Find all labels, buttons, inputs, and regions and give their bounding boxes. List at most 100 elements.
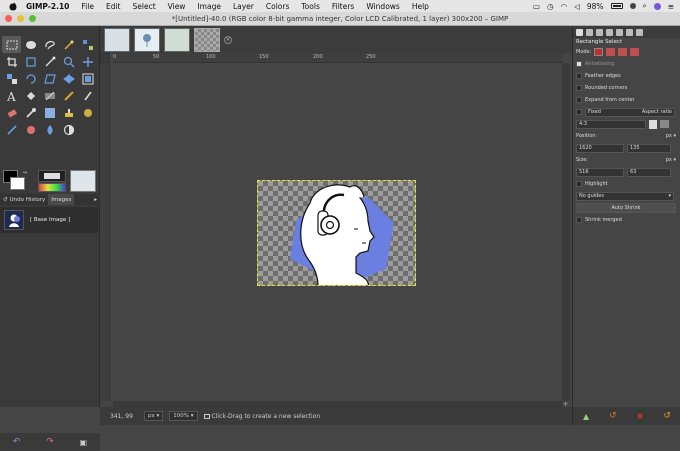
tab-undo-history[interactable]: ↺ Undo History [0, 194, 48, 205]
text-tool[interactable]: A [2, 87, 21, 104]
cage-transform-tool[interactable] [78, 70, 97, 87]
menu-layer[interactable]: Layer [233, 2, 254, 11]
menu-select[interactable]: Select [133, 2, 156, 11]
vertical-ruler[interactable] [100, 63, 110, 401]
warp-transform-tool[interactable] [40, 53, 59, 70]
tab-patterns[interactable] [616, 28, 623, 36]
image-tab-thumbnail[interactable] [104, 27, 130, 52]
move-tool[interactable] [78, 53, 97, 70]
flip-tool[interactable] [59, 70, 78, 87]
zoom-select[interactable]: 100% ▾ [169, 411, 198, 421]
user-icon[interactable] [629, 3, 636, 9]
unified-transform-tool[interactable] [21, 53, 40, 70]
eraser-tool[interactable] [2, 104, 21, 121]
gradient-tool[interactable] [40, 87, 59, 104]
image-canvas[interactable] [257, 180, 416, 286]
position-x-field[interactable]: 1620 [576, 143, 624, 153]
shrink-merged-checkbox[interactable] [576, 217, 582, 223]
volume-icon[interactable]: ◁ [574, 2, 580, 11]
background-color[interactable] [10, 177, 25, 190]
size-width-field[interactable]: 516 [576, 167, 624, 177]
levels-tool[interactable] [59, 121, 78, 138]
highlight-row[interactable]: Highlight [573, 178, 680, 190]
expand-row[interactable]: Expand from center [573, 94, 680, 106]
mode-replace-button[interactable] [594, 48, 604, 56]
guides-select[interactable]: No guides ▾ [576, 191, 674, 201]
position-y-field[interactable]: 135 [627, 143, 671, 153]
close-tab-icon[interactable]: × [224, 35, 232, 44]
siri-icon[interactable] [653, 2, 661, 10]
horizontal-ruler[interactable]: 0 50 100 150 200 250 [113, 53, 563, 63]
tab-device-status[interactable] [586, 28, 593, 36]
menu-windows[interactable]: Windows [366, 2, 399, 11]
canvas-area[interactable]: 0 50 100 150 200 250 ✛ [100, 53, 572, 408]
redo-icon[interactable]: ↷ [46, 437, 54, 447]
portrait-icon[interactable] [649, 119, 657, 129]
clear-history-icon[interactable]: ▣ [80, 438, 88, 447]
blur-tool[interactable] [40, 121, 59, 138]
ellipse-select-tool[interactable] [21, 36, 40, 53]
fixed-select[interactable]: Fixed Aspect ratio [585, 107, 675, 117]
shrink-merged-row[interactable]: Shrink merged [573, 214, 680, 226]
shear-tool[interactable] [40, 70, 59, 87]
bucket-fill-tool[interactable] [21, 87, 40, 104]
save-preset-icon[interactable]: ▲ [583, 412, 589, 421]
tab-undo[interactable] [596, 28, 603, 36]
unit-select[interactable]: px ▾ [144, 411, 164, 421]
paintbrush-tool[interactable] [59, 87, 78, 104]
vertical-scrollbar[interactable] [562, 63, 570, 401]
tab-brushes[interactable] [606, 28, 613, 36]
timemachine-icon[interactable]: ◷ [547, 2, 554, 11]
menu-edit[interactable]: Edit [106, 2, 121, 11]
auto-shrink-button[interactable]: Auto Shrink [576, 203, 676, 213]
expand-checkbox[interactable] [576, 97, 582, 103]
rounded-row[interactable]: Rounded corners [573, 82, 680, 94]
fixed-checkbox[interactable] [576, 109, 582, 115]
paths-tool[interactable] [78, 36, 97, 53]
spotlight-icon[interactable]: ⌕ [643, 1, 647, 11]
menu-image[interactable]: Image [197, 2, 221, 11]
wifi-icon[interactable]: ◠ [561, 2, 568, 11]
align-tool[interactable] [2, 70, 21, 87]
menu-tools[interactable]: Tools [301, 2, 319, 11]
mode-add-button[interactable] [606, 48, 616, 56]
undo-icon[interactable]: ↶ [13, 437, 21, 447]
gradient-preview[interactable] [38, 183, 66, 192]
size-height-field[interactable]: 63 [627, 167, 671, 177]
apple-icon[interactable] [8, 1, 18, 11]
rect-select-tool[interactable] [2, 36, 21, 53]
menu-file[interactable]: File [81, 2, 94, 11]
active-image-preview[interactable] [70, 170, 96, 192]
restore-preset-icon[interactable]: ↺ [609, 411, 617, 421]
app-menu[interactable]: GIMP-2.10 [26, 2, 69, 11]
dock-menu-icon[interactable]: ▸ [94, 197, 97, 203]
menu-view[interactable]: View [168, 2, 186, 11]
mode-subtract-button[interactable] [618, 48, 628, 56]
feather-row[interactable]: Feather edges [573, 70, 680, 82]
image-tab-active[interactable] [194, 27, 220, 52]
menu-colors[interactable]: Colors [266, 2, 290, 11]
rotate-tool[interactable] [21, 70, 40, 87]
delete-preset-icon[interactable]: ✖ [637, 412, 644, 421]
image-tab-thumbnail[interactable] [134, 27, 160, 52]
landscape-icon[interactable] [660, 120, 669, 128]
dodge-burn-tool[interactable] [2, 121, 21, 138]
image-tab-thumbnail[interactable] [164, 27, 190, 52]
reset-icon[interactable]: ↺ [663, 411, 671, 421]
feather-checkbox[interactable] [576, 73, 582, 79]
size-unit-select[interactable]: px ▾ [666, 157, 676, 163]
menu-filters[interactable]: Filters [332, 2, 354, 11]
antialiasing-checkbox[interactable] [576, 61, 582, 67]
heal-tool[interactable] [21, 121, 40, 138]
ratio-field[interactable]: 4:3 [576, 119, 646, 129]
menu-help[interactable]: Help [412, 2, 429, 11]
smudge-tool[interactable] [78, 104, 97, 121]
history-list-item[interactable]: [ Base Image ] [0, 207, 98, 233]
tab-document-history[interactable] [636, 28, 643, 36]
crop-tool[interactable] [2, 53, 21, 70]
tab-images[interactable]: Images [48, 194, 75, 205]
notification-center-icon[interactable]: ≡ [668, 2, 674, 11]
rounded-checkbox[interactable] [576, 85, 582, 91]
color-picker-tool[interactable] [21, 104, 40, 121]
zoom-tool[interactable] [59, 53, 78, 70]
